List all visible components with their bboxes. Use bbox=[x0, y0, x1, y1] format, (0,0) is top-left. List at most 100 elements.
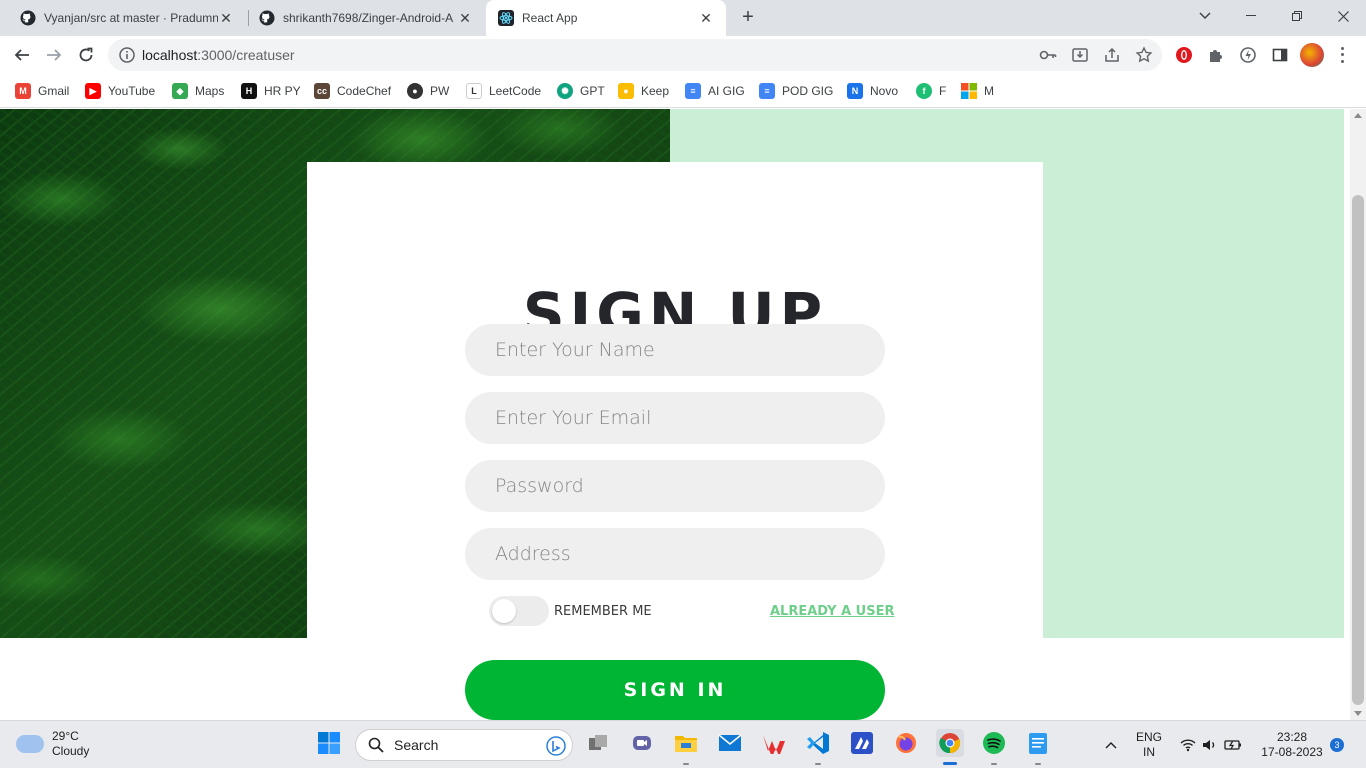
bookmark-gmail[interactable]: M Gmail bbox=[15, 82, 69, 100]
taskbar-search-box[interactable]: Search bbox=[355, 729, 573, 761]
bookmark-keep[interactable]: ● Keep bbox=[618, 82, 669, 100]
bookmark-youtube[interactable]: ▶ YouTube bbox=[85, 82, 155, 100]
bookmark-m[interactable]: M bbox=[961, 82, 994, 100]
opera-extension-icon[interactable] bbox=[1174, 45, 1194, 65]
sign-in-button[interactable]: SIGN IN bbox=[465, 660, 885, 720]
address-bar[interactable]: localhost:3000/creatuser bbox=[108, 39, 1162, 71]
reload-icon bbox=[79, 47, 93, 62]
back-arrow-icon bbox=[14, 49, 29, 61]
show-hidden-icons-chevron-icon[interactable] bbox=[1100, 721, 1122, 769]
youtube-icon: ▶ bbox=[85, 83, 101, 99]
extensions-puzzle-icon[interactable] bbox=[1206, 45, 1226, 65]
profile-avatar[interactable] bbox=[1300, 43, 1324, 67]
minimize-button[interactable] bbox=[1228, 0, 1274, 32]
bookmark-label: Maps bbox=[195, 84, 225, 98]
wifi-icon bbox=[1180, 739, 1196, 752]
language-indicator[interactable]: ENG IN bbox=[1130, 721, 1168, 769]
bookmark-hr-py[interactable]: H HR PY bbox=[241, 82, 301, 100]
clock[interactable]: 23:28 17-08-2023 bbox=[1252, 721, 1332, 769]
wps-office-icon[interactable] bbox=[760, 729, 788, 757]
side-panel-icon[interactable] bbox=[1270, 45, 1290, 65]
system-tray-status[interactable] bbox=[1176, 721, 1246, 769]
toggle-knob bbox=[492, 599, 516, 623]
bookmark-label: Gmail bbox=[38, 84, 70, 98]
password-input[interactable] bbox=[465, 460, 885, 512]
site-info-icon[interactable] bbox=[118, 46, 136, 64]
teams-chat-icon[interactable] bbox=[628, 729, 656, 757]
bookmarks-bar: M Gmail ▶ YouTube ◆ Maps H HR PY cc CodeChef … bbox=[0, 74, 1366, 108]
bookmark-novo[interactable]: N Novo bbox=[847, 82, 898, 100]
browser-menu-icon[interactable] bbox=[1336, 45, 1348, 65]
notification-badge[interactable]: 3 bbox=[1330, 738, 1344, 752]
password-key-icon[interactable] bbox=[1038, 45, 1058, 65]
name-input[interactable] bbox=[465, 324, 885, 376]
bookmark-leetcode[interactable]: L LeetCode bbox=[466, 82, 541, 100]
bookmark-star-icon[interactable] bbox=[1134, 45, 1154, 65]
hackerrank-icon: H bbox=[241, 83, 257, 99]
chrome-icon[interactable] bbox=[936, 729, 964, 757]
novo-icon: N bbox=[847, 83, 863, 99]
share-icon[interactable] bbox=[1102, 45, 1122, 65]
close-window-button[interactable] bbox=[1320, 0, 1366, 32]
tab-vyanjan[interactable]: Vyanjan/src at master · Pradumn ✕ bbox=[8, 0, 246, 36]
close-icon[interactable]: ✕ bbox=[457, 10, 473, 26]
mail-icon[interactable] bbox=[716, 729, 744, 757]
bookmark-maps[interactable]: ◆ Maps bbox=[172, 82, 224, 100]
github-icon bbox=[20, 10, 36, 26]
bookmark-f[interactable]: fF bbox=[916, 82, 946, 100]
browser-toolbar: localhost:3000/creatuser bbox=[0, 36, 1366, 74]
bookmark-ai-gig[interactable]: ≡ AI GIG bbox=[685, 82, 745, 100]
scroll-up-arrow-icon[interactable] bbox=[1354, 113, 1362, 118]
email-input[interactable] bbox=[465, 392, 885, 444]
bookmark-codechef[interactable]: cc CodeChef bbox=[314, 82, 391, 100]
vscode-icon[interactable] bbox=[804, 729, 832, 757]
tab-title: shrikanth7698/Zinger-Android-A bbox=[283, 11, 454, 25]
url-host: localhost bbox=[142, 47, 198, 63]
codechef-icon: cc bbox=[314, 83, 330, 99]
close-icon[interactable]: ✕ bbox=[218, 10, 234, 26]
install-app-icon[interactable] bbox=[1070, 45, 1090, 65]
performance-icon[interactable] bbox=[1238, 45, 1258, 65]
tab-react-app[interactable]: React App ✕ bbox=[486, 0, 726, 36]
forward-arrow-icon bbox=[47, 49, 62, 61]
bookmark-label: PW bbox=[430, 84, 450, 98]
close-icon[interactable]: ✕ bbox=[698, 10, 714, 26]
forward-button[interactable] bbox=[40, 41, 68, 69]
bookmark-label: GPT bbox=[580, 84, 605, 98]
android-studio-icon[interactable] bbox=[848, 729, 876, 757]
restore-button[interactable] bbox=[1274, 0, 1320, 32]
leetcode-icon: L bbox=[466, 83, 482, 99]
weather-description: Cloudy bbox=[52, 744, 90, 758]
fiverr-icon: f bbox=[916, 83, 932, 99]
microsoft-icon bbox=[961, 83, 977, 99]
windows-start-icon[interactable] bbox=[315, 729, 343, 757]
bookmark-pw[interactable]: ● PW bbox=[407, 82, 449, 100]
back-button[interactable] bbox=[8, 41, 36, 69]
bookmark-pod-gig[interactable]: ≡ POD GIG bbox=[759, 82, 833, 100]
spotify-icon[interactable] bbox=[980, 729, 1008, 757]
reload-button[interactable] bbox=[72, 41, 100, 69]
bookmark-gpt[interactable]: ✺ GPT bbox=[557, 82, 605, 100]
github-icon bbox=[259, 10, 275, 26]
pw-icon: ● bbox=[407, 83, 423, 99]
task-view-icon[interactable] bbox=[584, 729, 612, 757]
page-scrollbar[interactable] bbox=[1350, 109, 1366, 720]
scrollbar-thumb[interactable] bbox=[1352, 195, 1364, 705]
already-user-link[interactable]: ALREADY A USER bbox=[770, 604, 894, 619]
volume-icon bbox=[1203, 740, 1215, 750]
search-icon bbox=[368, 737, 384, 753]
firefox-icon[interactable] bbox=[892, 729, 920, 757]
notepad-icon[interactable] bbox=[1024, 729, 1052, 757]
address-input[interactable] bbox=[465, 528, 885, 580]
weather-widget[interactable]: 29°C Cloudy bbox=[16, 729, 89, 759]
tab-search-icon[interactable] bbox=[1182, 0, 1228, 32]
url-text[interactable]: localhost:3000/creatuser bbox=[142, 47, 295, 63]
chrome-active-indicator bbox=[943, 762, 957, 765]
new-tab-button[interactable]: + bbox=[736, 6, 760, 30]
docs-icon: ≡ bbox=[685, 83, 701, 99]
file-explorer-icon[interactable] bbox=[672, 729, 700, 757]
scroll-down-arrow-icon[interactable] bbox=[1354, 711, 1362, 716]
bookmark-label: Novo bbox=[870, 84, 899, 98]
remember-me-toggle[interactable] bbox=[489, 596, 549, 626]
tab-zinger[interactable]: shrikanth7698/Zinger-Android-A ✕ bbox=[247, 0, 485, 36]
